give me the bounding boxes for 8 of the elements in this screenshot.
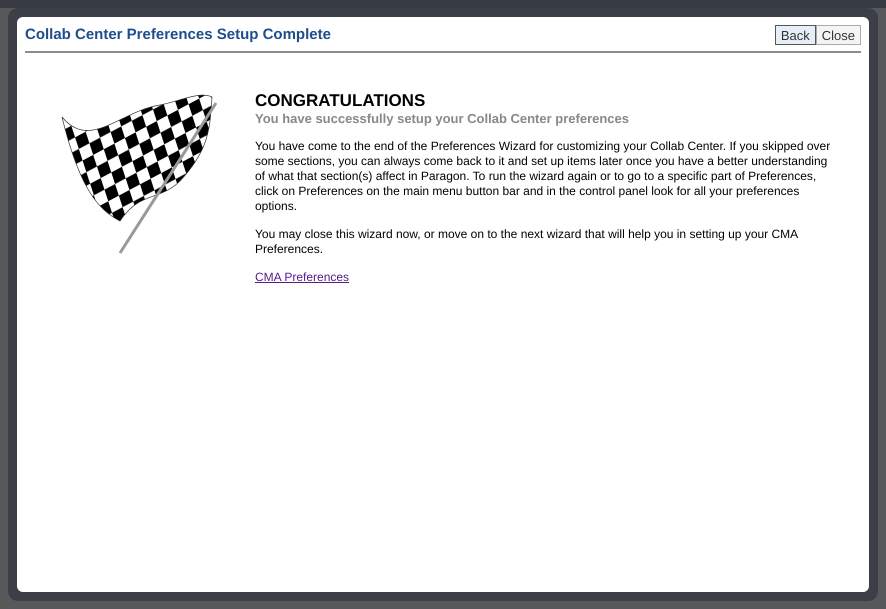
- dialog-button[interactable]: Back: [774, 25, 816, 46]
- paragraph: You have come to the end of the Preferences Wizard for customizing your Collab Center. If you skipped over some sections, you can always come back to it and set up items later once you have a better understanding of what that section(s) affect in Paragon. To run the wizard again or to go to a specific part of Preferences, click on Preferences on the main menu button bar and in the control panel look for all your preferences options.: [255, 138, 832, 214]
- cma-preferences-link[interactable]: CMA Preferences: [255, 270, 350, 284]
- subheading: You have successfully setup your Collab Center preferences: [255, 110, 630, 126]
- paragraph: You may close this wizard now, or move on to the next wizard that will help you in setting up your CMA Preferences.: [255, 226, 799, 256]
- dialog-title: Collab Center Preferences Setup Complete: [25, 25, 331, 45]
- heading: CONGRATULATIONS: [255, 90, 426, 110]
- dialog-button[interactable]: Close: [816, 25, 861, 46]
